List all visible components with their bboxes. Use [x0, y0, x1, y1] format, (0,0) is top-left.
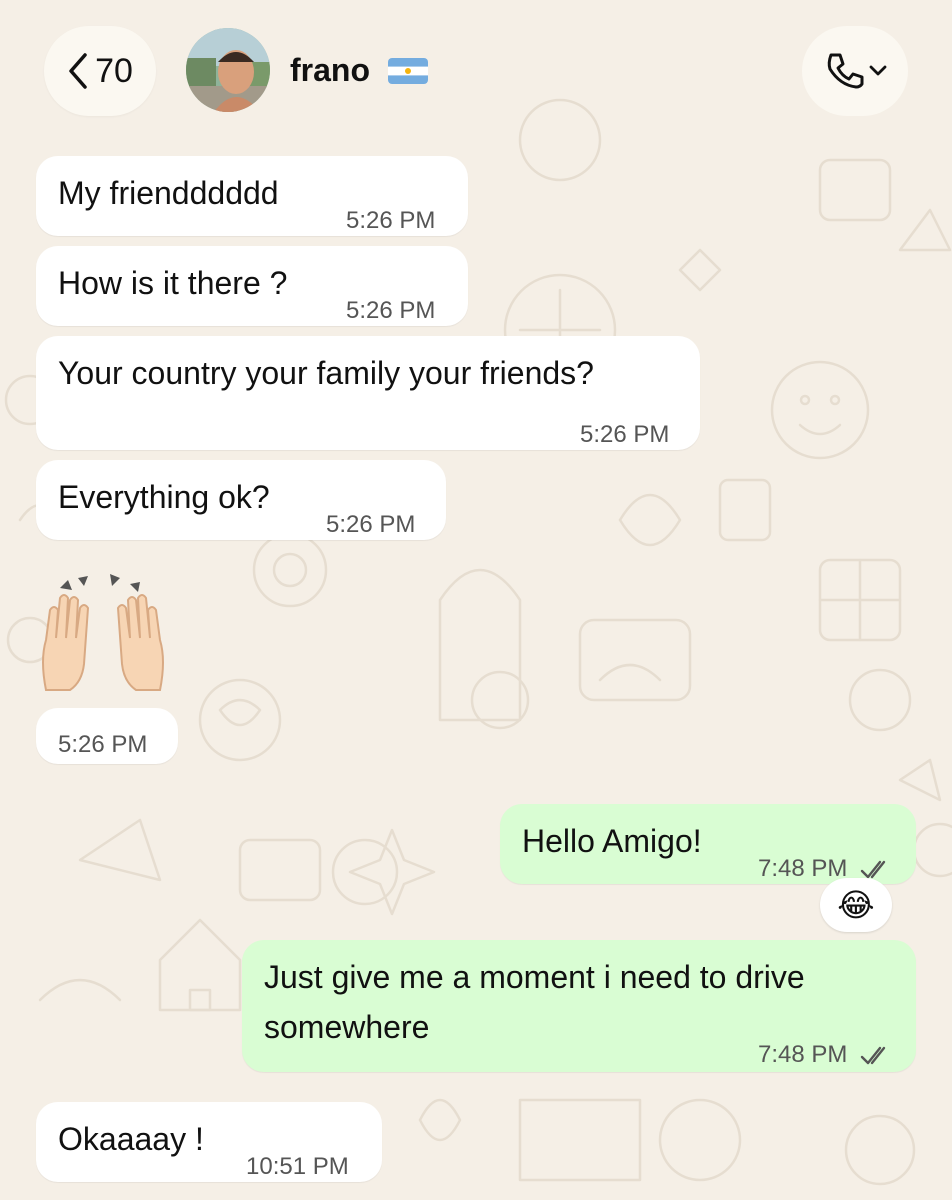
- message-bubble-outgoing[interactable]: Just give me a moment i need to drive so…: [242, 940, 916, 1072]
- call-button[interactable]: [802, 26, 908, 116]
- message-bubble-incoming[interactable]: How is it there ? 5:26 PM: [36, 246, 468, 326]
- message-text: Hello Amigo!: [522, 823, 702, 859]
- message-time: 5:26 PM: [58, 731, 148, 758]
- message-bubble-outgoing[interactable]: Hello Amigo! 7:48 PM: [500, 804, 916, 884]
- message-time: 10:51 PM: [246, 1153, 349, 1180]
- chevron-left-icon: [69, 53, 87, 89]
- chat-header: 70 frano: [0, 0, 952, 140]
- message-time-text: 7:48 PM: [758, 855, 848, 882]
- message-time: 5:26 PM: [326, 511, 416, 538]
- message-text: Everything ok?: [58, 479, 270, 515]
- back-button[interactable]: 70: [44, 26, 156, 116]
- message-time: 5:26 PM: [580, 421, 670, 448]
- message-text-line: somewhere: [264, 1009, 430, 1045]
- message-text: Your country your family your friends?: [58, 355, 594, 391]
- message-time-bubble[interactable]: 5:26 PM: [36, 708, 178, 764]
- unread-count: 70: [95, 51, 133, 90]
- argentina-flag-icon: [388, 58, 428, 84]
- message-time: 5:26 PM: [346, 297, 436, 324]
- message-bubble-incoming[interactable]: My friendddddd 5:26 PM: [36, 156, 468, 236]
- read-double-check-icon: [860, 860, 886, 878]
- read-double-check-icon: [860, 1046, 886, 1064]
- message-text: Okaaaay !: [58, 1121, 204, 1157]
- message-bubble-incoming[interactable]: Everything ok? 5:26 PM: [36, 460, 446, 540]
- message-time-text: 7:48 PM: [758, 1041, 848, 1068]
- message-text: How is it there ?: [58, 265, 288, 301]
- message-bubble-incoming[interactable]: Okaaaay ! 10:51 PM: [36, 1102, 382, 1182]
- message-time: 7:48 PM: [758, 1032, 894, 1078]
- message-text-line: Just give me a moment i need to drive: [264, 959, 805, 995]
- message-bubble-incoming[interactable]: Your country your family your friends? 5…: [36, 336, 700, 450]
- message-text: My friendddddd: [58, 175, 279, 211]
- message-time: 5:26 PM: [346, 207, 436, 234]
- raised-hands-emoji[interactable]: [38, 570, 168, 700]
- reaction-badge[interactable]: 😂: [820, 878, 892, 932]
- contact-avatar[interactable]: [186, 28, 270, 112]
- phone-icon: [827, 53, 864, 89]
- contact-name[interactable]: frano: [290, 52, 370, 89]
- chevron-down-icon: [869, 65, 887, 76]
